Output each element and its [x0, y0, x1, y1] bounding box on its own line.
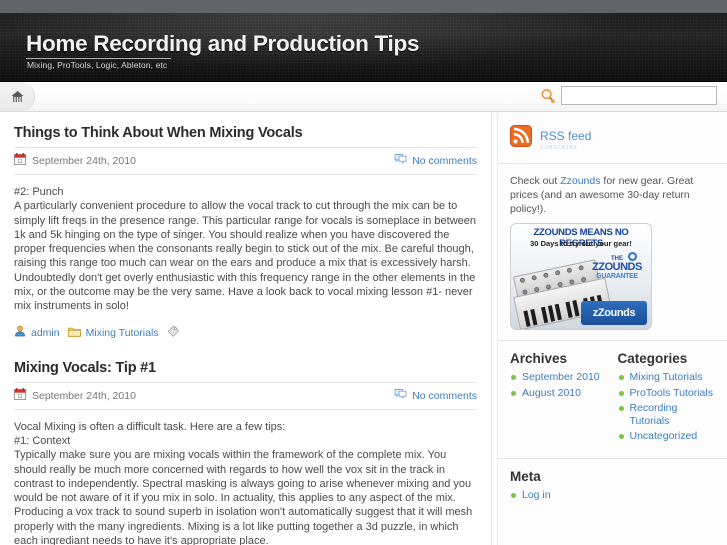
post-comments-link[interactable]: No comments [394, 152, 477, 170]
comment-bubble-icon [394, 152, 407, 170]
archives-item[interactable]: September 2010 [510, 371, 608, 384]
guarantee-line-3: GUARANTEE [596, 273, 638, 280]
categories-title: Categories [617, 351, 688, 366]
rss-feed-label: RSS feed [540, 128, 592, 143]
main-content: Things to Think About When Mixing Vocals… [0, 113, 491, 545]
meta-widget: Meta Log in [498, 457, 727, 515]
promo-text: Check out Zzounds for new gear. Great pr… [510, 174, 715, 216]
categories-item[interactable]: ProTools Tutorials [618, 387, 716, 400]
tag-icon [167, 324, 180, 342]
post-tags[interactable] [167, 324, 180, 342]
top-strip [0, 0, 727, 13]
post-body: #2: Punch A particularly convenient proc… [14, 186, 477, 313]
post-meta: 11 September 24th, 2010 No comments [14, 147, 477, 175]
rss-feed-label-group: RSS feed SUBSCRIBE [540, 127, 591, 151]
search-input[interactable] [561, 86, 717, 105]
categories-list: Mixing Tutorials ProTools Tutorials Reco… [618, 371, 716, 443]
user-icon [14, 324, 26, 342]
post-date: September 24th, 2010 [32, 155, 136, 167]
categories-item[interactable]: Recording Tutorials [618, 402, 716, 427]
post-category-label: Mixing Tutorials [85, 326, 159, 339]
zzounds-banner-ad[interactable]: ZZOUNDS MEANS NO REGRETS 30 Days to try … [510, 223, 652, 330]
home-icon [11, 90, 24, 103]
post-comments-label: No comments [412, 155, 477, 167]
post-footer: admin Mixing Tutorials [14, 324, 477, 356]
navigation-bar [0, 82, 727, 112]
post-title[interactable]: Mixing Vocals: Tip #1 [14, 360, 477, 382]
content-divider [491, 113, 492, 545]
post-comments-label: No comments [412, 389, 477, 402]
zzounds-link[interactable]: Zzounds [560, 175, 600, 187]
home-button[interactable] [0, 82, 35, 111]
site-tagline: Mixing, ProTools, Logic, Ableton, etc [27, 60, 168, 70]
svg-text:11: 11 [17, 159, 22, 165]
archives-widget: Archives September 2010 August 2010 [510, 351, 608, 446]
archives-title: Archives [510, 351, 568, 366]
post-article: Things to Think About When Mixing Vocals… [14, 125, 477, 356]
post-date: September 24th, 2010 [32, 389, 136, 402]
post-body: Vocal Mixing is often a difficult task. … [14, 420, 473, 545]
meta-item-login[interactable]: Log in [510, 489, 715, 502]
post-article: Mixing Vocals: Tip #1 11 September 24th,… [14, 360, 477, 545]
rss-feed-widget[interactable]: RSS feed SUBSCRIBE [498, 113, 727, 164]
archives-list: September 2010 August 2010 [510, 371, 608, 399]
banner-subline: 30 Days to try out your gear! [530, 239, 632, 248]
rss-feed-sublabel: SUBSCRIBE [540, 144, 578, 151]
post-author[interactable]: admin [14, 324, 60, 342]
archives-item[interactable]: August 2010 [510, 387, 608, 400]
categories-item[interactable]: Uncategorized [618, 430, 716, 443]
site-title: Home Recording and Production Tips [26, 31, 420, 56]
sidebar: RSS feed SUBSCRIBE Check out Zzounds for… [498, 113, 727, 545]
categories-widget: Categories Mixing Tutorials ProTools Tut… [618, 351, 716, 446]
post-category[interactable]: Mixing Tutorials [67, 324, 159, 342]
promo-widget: Check out Zzounds for new gear. Great pr… [498, 164, 727, 340]
calendar-icon: 11 [14, 387, 26, 405]
meta-title: Meta [510, 468, 541, 484]
rss-icon [510, 125, 532, 152]
svg-text:11: 11 [17, 394, 22, 400]
promo-text-before: Check out [510, 175, 561, 187]
sidebar-columns: Archives September 2010 August 2010 Cate… [498, 341, 727, 458]
folder-icon [67, 324, 81, 342]
post-title[interactable]: Things to Think About When Mixing Vocals [14, 125, 477, 147]
search-icon[interactable] [540, 88, 556, 104]
zzounds-logo: zZounds [581, 301, 647, 325]
title-divider [26, 58, 171, 59]
post-date-group: 11 September 24th, 2010 [14, 387, 136, 405]
post-author-label: admin [31, 326, 60, 339]
calendar-icon: 11 [14, 152, 26, 170]
search-area [540, 86, 717, 105]
categories-item[interactable]: Mixing Tutorials [618, 371, 716, 384]
post-date-group: 11 September 24th, 2010 [14, 152, 136, 170]
post-meta: 11 September 24th, 2010 No comments [14, 381, 477, 410]
page-root: Home Recording and Production Tips Mixin… [0, 0, 727, 545]
guarantee-line-2: ZZOUNDS [592, 261, 642, 273]
site-header: Home Recording and Production Tips Mixin… [0, 13, 727, 82]
guarantee-badge: THE ZZOUNDS GUARANTEE [588, 256, 646, 280]
comment-bubble-icon [394, 387, 407, 405]
meta-list: Log in [510, 489, 715, 502]
post-comments-link[interactable]: No comments [394, 387, 477, 405]
